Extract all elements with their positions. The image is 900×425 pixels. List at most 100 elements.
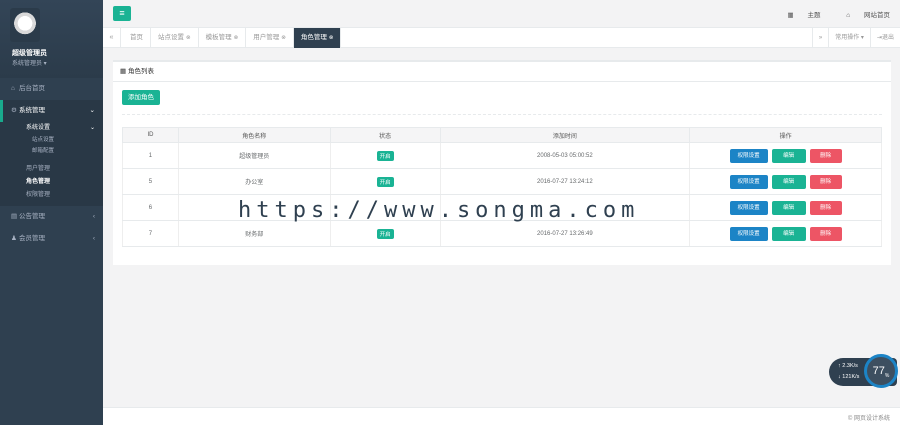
site-home-link[interactable]: ⌂ 网站首页 — [834, 12, 890, 19]
cell-actions: 权限设置 编辑 删除 — [689, 194, 882, 221]
sidebar-subitem-email[interactable]: 邮箱配置 — [0, 146, 103, 157]
tabs-scroll-left-icon[interactable]: « — [103, 28, 121, 48]
add-role-button[interactable]: 添加角色 — [122, 90, 160, 105]
sidebar-subitem-users[interactable]: 用户管理 — [0, 163, 103, 176]
watermark-text: https://www.songma.com — [238, 198, 640, 223]
top-header: ≡ ▦ 主题 ⌂ 网站首页 — [103, 0, 900, 28]
user-icon: ♟ — [11, 235, 17, 242]
home-icon: ⌂ — [11, 85, 15, 92]
cell-status: 开启 — [329, 168, 441, 195]
col-actions: 操作 — [689, 127, 882, 143]
close-icon[interactable]: ⊗ — [281, 35, 286, 41]
sidebar-subitem-basic[interactable]: 系统设置 ⌄ — [0, 122, 103, 135]
tab-templates[interactable]: 模板管理 ⊗ — [199, 28, 247, 48]
delete-button[interactable]: 删除 — [809, 226, 842, 241]
logout-link[interactable]: ⇥退出 — [869, 28, 900, 48]
cell-status: 开启 — [329, 220, 441, 247]
avatar[interactable] — [10, 8, 40, 42]
sidebar-subitem-permissions[interactable]: 权限管理 — [0, 189, 103, 202]
close-icon[interactable]: ⊗ — [234, 35, 239, 41]
table-row: 5 办公室 开启 2016-07-27 13:24:12 权限设置 编辑 删除 — [122, 168, 882, 195]
sidebar-item-system[interactable]: ⚙ 系统管理 ⌄ — [0, 100, 103, 122]
profile-name: 超级管理员 — [12, 50, 47, 57]
cell-status: 开启 — [329, 142, 441, 169]
col-id: ID — [122, 127, 179, 143]
edit-button[interactable]: 编辑 — [771, 148, 806, 163]
close-icon[interactable]: ⊗ — [186, 35, 191, 41]
cell-name: 超级管理员 — [177, 142, 331, 169]
tabs-bar: « 首页 站点设置 ⊗ 模板管理 ⊗ 用户管理 ⊗ 角色管理 ⊗ » 常用操作 ▾ ⇥退… — [103, 28, 900, 48]
tabs-right-actions: » 常用操作 ▾ ⇥退出 — [811, 28, 900, 48]
sidebar-item-home[interactable]: ⌂ 后台首页 — [0, 78, 103, 100]
divider — [122, 114, 882, 115]
tabs: 首页 站点设置 ⊗ 模板管理 ⊗ 用户管理 ⊗ 角色管理 ⊗ — [123, 28, 342, 48]
cell-id: 6 — [122, 194, 179, 221]
usage-gauge[interactable]: 77% — [864, 354, 898, 388]
tabs-scroll-right-icon[interactable]: » — [811, 28, 828, 48]
table-row: 1 超级管理员 开启 2008-05-03 05:00:52 权限设置 编辑 删除 — [122, 142, 882, 169]
cell-time: 2016-07-27 13:26:49 — [439, 220, 691, 247]
permission-button[interactable]: 权限设置 — [729, 200, 768, 215]
cell-id: 5 — [122, 168, 179, 195]
permission-button[interactable]: 权限设置 — [729, 174, 768, 189]
notice-icon: ▤ — [11, 213, 18, 220]
cell-name: 财务部 — [177, 220, 331, 247]
delete-button[interactable]: 删除 — [809, 148, 842, 163]
col-status: 状态 — [329, 127, 441, 143]
footer-text: © 网页设计系统 — [847, 416, 890, 422]
permission-button[interactable]: 权限设置 — [729, 148, 768, 163]
tab-home[interactable]: 首页 — [123, 28, 151, 48]
status-badge[interactable]: 开启 — [376, 150, 394, 161]
role-list-panel: ▦ 角色列表 添加角色 ID 角色名称 状态 添加时间 操作 1 超级管理员 开… — [113, 60, 891, 265]
edit-button[interactable]: 编辑 — [771, 226, 806, 241]
table-row: 7 财务部 开启 2016-07-27 13:26:49 权限设置 编辑 删除 — [122, 220, 882, 247]
download-speed: ↓ 121K/s — [838, 374, 860, 380]
delete-button[interactable]: 删除 — [809, 174, 842, 189]
arrow-down-icon: ↓ — [838, 374, 841, 380]
sidebar: 超级管理员 系统管理员 ▾ ⌂ 后台首页 ⚙ 系统管理 ⌄ 系统设置 ⌄ 站点设置 邮… — [0, 0, 103, 425]
edit-button[interactable]: 编辑 — [771, 174, 806, 189]
theme-icon: ▦ — [787, 12, 794, 19]
sidebar-subitem-site-settings[interactable]: 站点设置 — [0, 135, 103, 146]
menu-toggle-button[interactable]: ≡ — [113, 6, 131, 21]
chevron-left-icon: ‹ — [92, 213, 95, 220]
tab-roles[interactable]: 角色管理 ⊗ — [293, 28, 342, 48]
cell-actions: 权限设置 编辑 删除 — [689, 168, 882, 195]
col-name: 角色名称 — [177, 127, 331, 143]
panel-title: ▦ 角色列表 — [113, 62, 891, 82]
profile-area: 超级管理员 系统管理员 ▾ — [0, 0, 103, 78]
close-icon[interactable]: ⊗ — [329, 35, 334, 41]
list-icon: ▦ — [120, 68, 127, 75]
cell-id: 1 — [122, 142, 179, 169]
role-table: ID 角色名称 状态 添加时间 操作 1 超级管理员 开启 2008-05-03… — [122, 127, 882, 247]
edit-button[interactable]: 编辑 — [771, 200, 806, 215]
cell-time: 2016-07-27 13:24:12 — [439, 168, 691, 195]
cell-actions: 权限设置 编辑 删除 — [689, 142, 882, 169]
gear-icon: ⚙ — [11, 107, 17, 114]
delete-button[interactable]: 删除 — [809, 200, 842, 215]
chevron-down-icon: ⌄ — [89, 125, 95, 131]
tab-users[interactable]: 用户管理 ⊗ — [246, 28, 294, 48]
home-icon: ⌂ — [846, 12, 851, 19]
chevron-left-icon: ‹ — [92, 235, 95, 242]
profile-role-dropdown[interactable]: 系统管理员 ▾ — [12, 58, 47, 67]
sidebar-item-members[interactable]: ♟ 会员管理 ‹ — [0, 228, 103, 250]
cell-actions: 权限设置 编辑 删除 — [689, 220, 882, 247]
chevron-down-icon: ⌄ — [89, 107, 95, 114]
cell-name: 办公室 — [177, 168, 331, 195]
permission-button[interactable]: 权限设置 — [729, 226, 768, 241]
header-links: ▦ 主题 ⌂ 网站首页 — [763, 9, 890, 19]
arrow-up-icon: ↑ — [838, 363, 841, 369]
cell-time: 2008-05-03 05:00:52 — [439, 142, 691, 169]
tab-site-settings[interactable]: 站点设置 ⊗ — [151, 28, 199, 48]
cell-id: 7 — [122, 220, 179, 247]
col-time: 添加时间 — [439, 127, 691, 143]
theme-link[interactable]: ▦ 主题 — [775, 12, 820, 19]
system-subnav: 系统设置 ⌄ 站点设置 邮箱配置 用户管理 角色管理 权限管理 — [0, 122, 103, 206]
sidebar-subitem-roles[interactable]: 角色管理 — [0, 176, 103, 189]
footer: © 网页设计系统 — [103, 407, 900, 425]
sidebar-item-notices[interactable]: ▤ 公告管理 ‹ — [0, 206, 103, 228]
status-badge[interactable]: 开启 — [376, 228, 394, 239]
status-badge[interactable]: 开启 — [376, 176, 394, 187]
common-actions-dropdown[interactable]: 常用操作 ▾ — [828, 28, 870, 48]
